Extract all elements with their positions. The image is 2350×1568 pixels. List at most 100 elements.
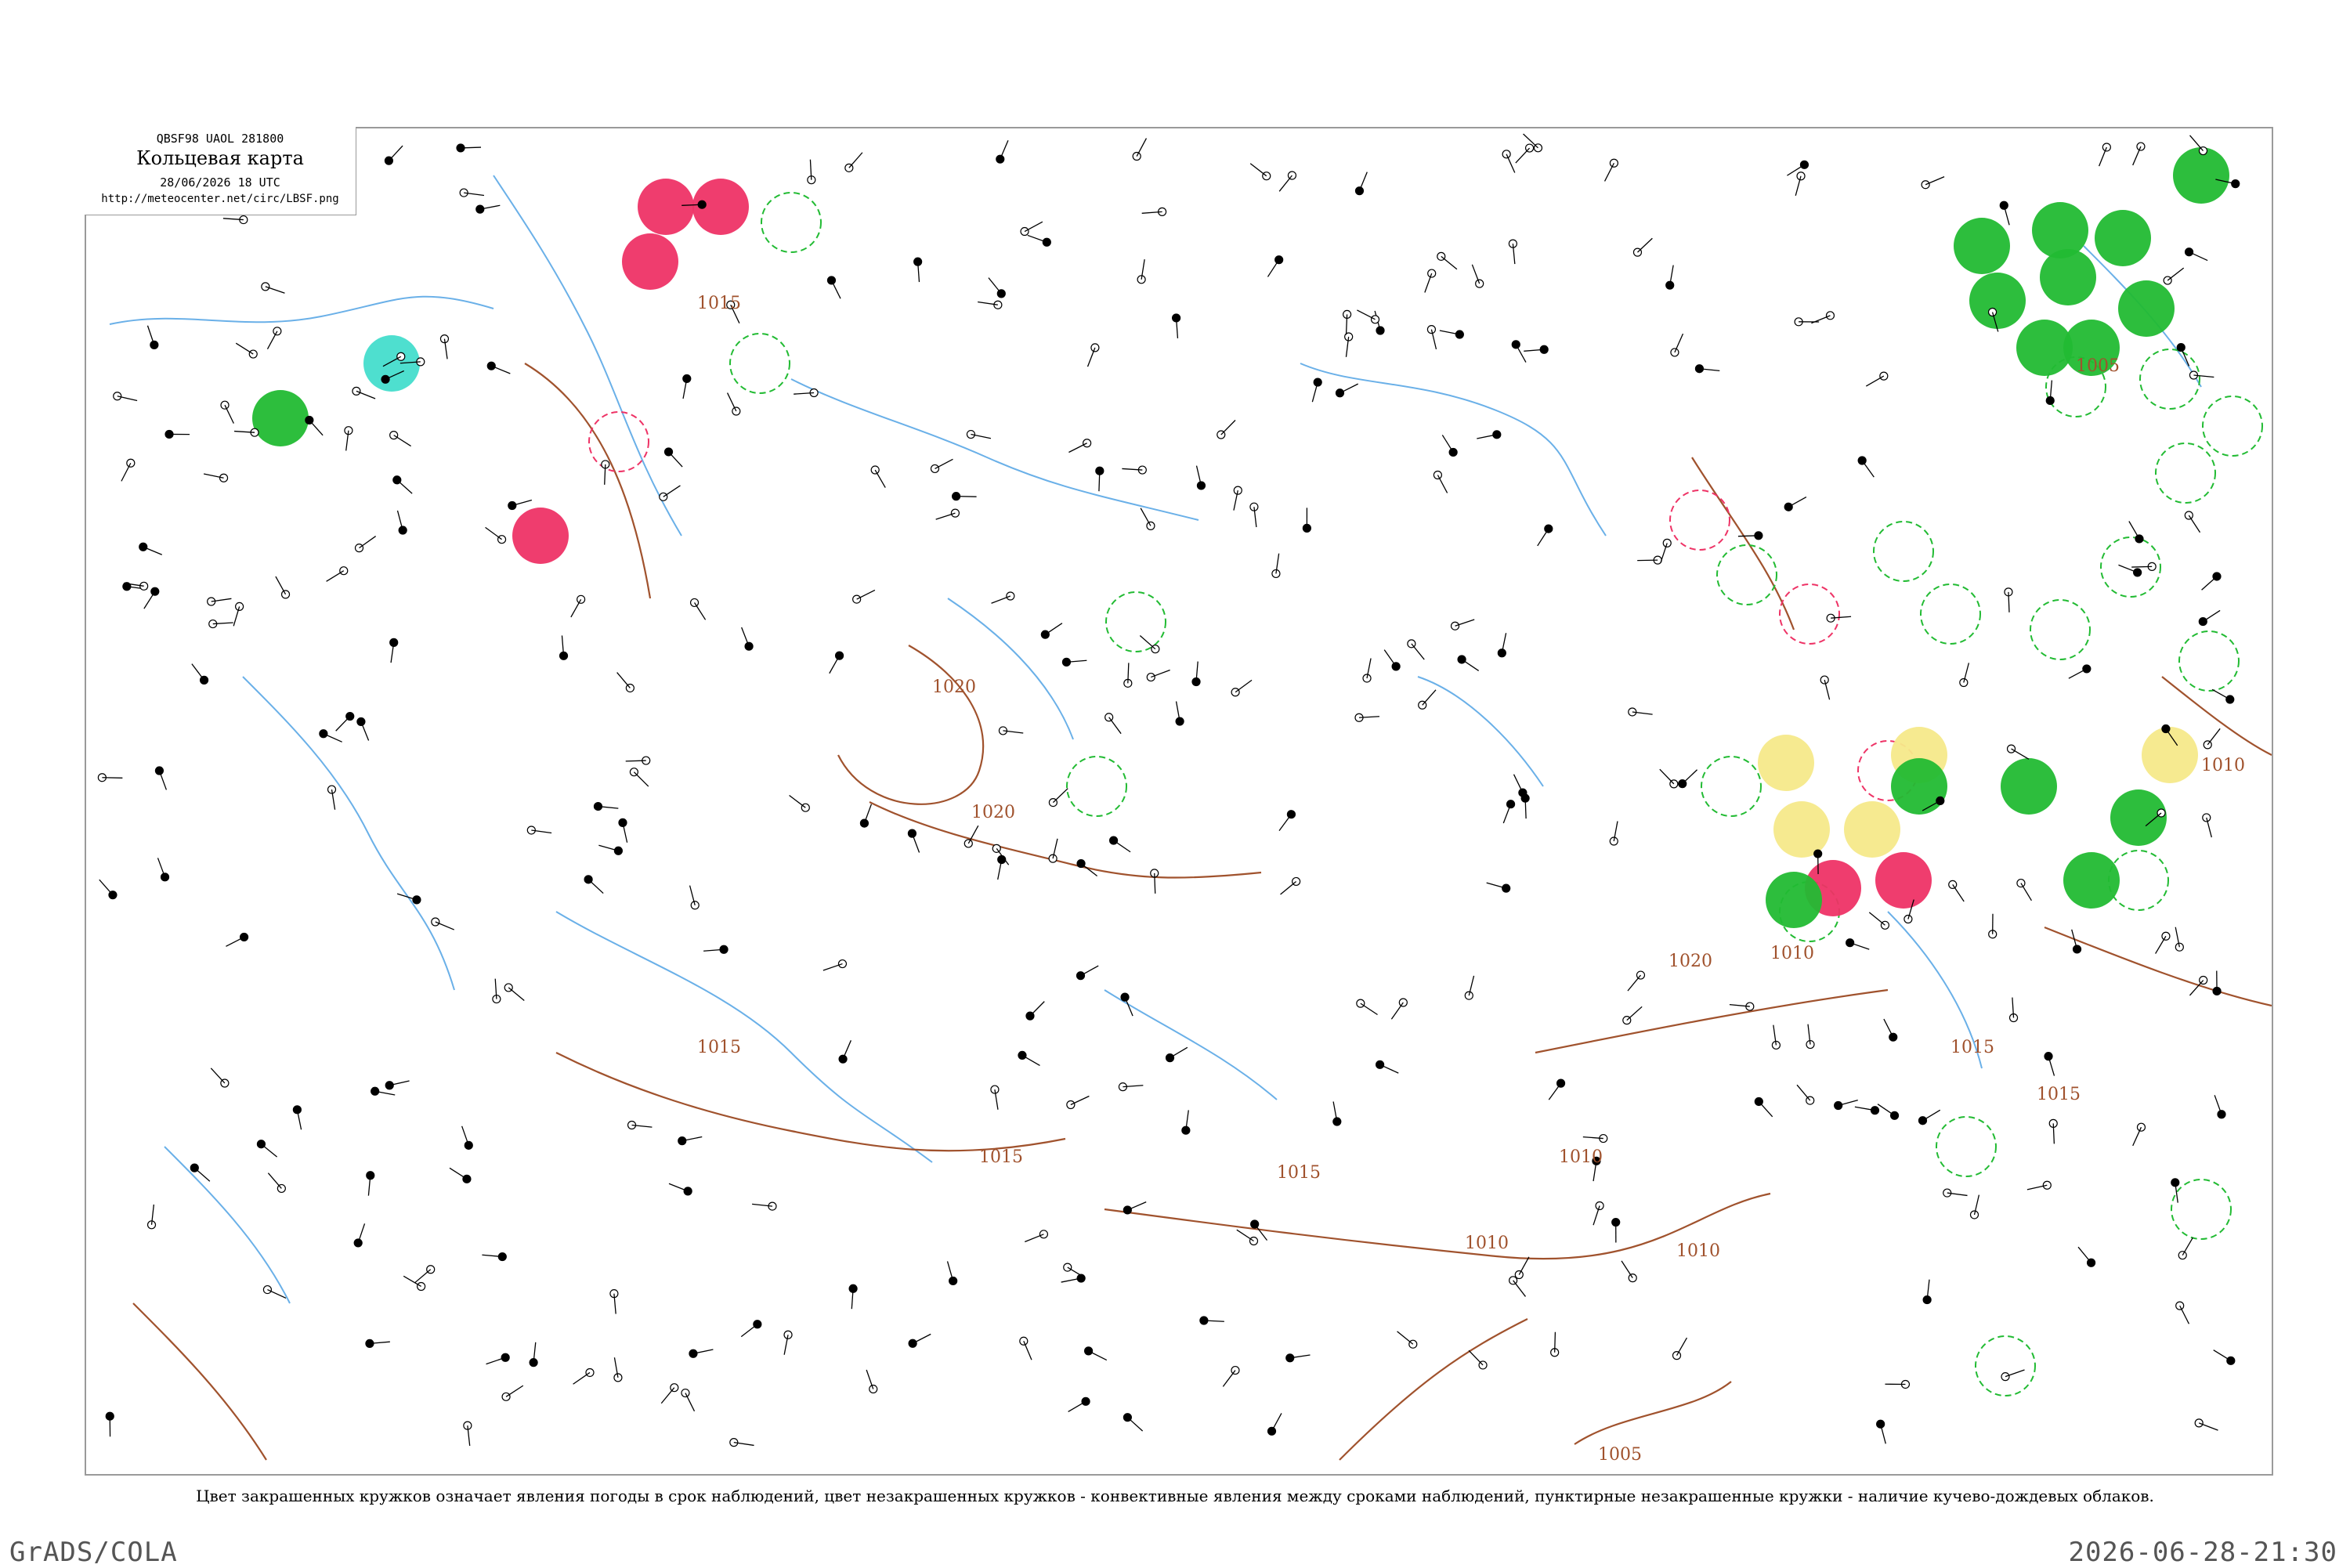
station	[1502, 150, 1515, 173]
station	[992, 592, 1014, 603]
station	[267, 327, 280, 349]
cb-circle	[2171, 1180, 2231, 1239]
station	[1622, 1261, 1636, 1282]
station	[1020, 1337, 1032, 1360]
map-title: Кольцевая карта	[85, 147, 356, 169]
wind-barb	[1412, 644, 1424, 659]
station	[1797, 1085, 1814, 1104]
wind-barb	[741, 1324, 757, 1337]
station	[1068, 1397, 1090, 1411]
station	[457, 144, 481, 152]
station	[1279, 172, 1296, 191]
station	[1487, 883, 1510, 892]
rain-circle	[2032, 202, 2088, 258]
station	[784, 1331, 792, 1355]
station	[508, 500, 532, 510]
river-4	[243, 677, 454, 990]
wind-barb	[634, 772, 648, 786]
wind-barb	[571, 599, 581, 617]
wind-barb	[359, 537, 375, 548]
wind-barb	[1627, 1006, 1642, 1020]
station	[823, 960, 847, 970]
wind-barb	[1024, 1341, 1032, 1360]
isobar-label: 1020	[932, 677, 976, 697]
wind-barb	[1462, 659, 1479, 670]
station	[1049, 789, 1068, 807]
station	[1110, 836, 1130, 852]
wind-barb	[389, 146, 403, 161]
station	[1068, 439, 1090, 453]
station	[660, 486, 681, 500]
isobar-label: 1010	[1770, 944, 1814, 963]
station	[1784, 497, 1806, 511]
wind-barb	[267, 331, 277, 349]
station	[978, 301, 1002, 309]
wind-barb	[669, 452, 683, 467]
wind-barb	[913, 1334, 931, 1343]
wind-barb	[1000, 140, 1008, 159]
fog-circle	[363, 335, 420, 392]
station	[931, 459, 953, 472]
station	[2214, 1095, 2225, 1118]
station-dot	[1673, 1352, 1681, 1360]
isobar-1	[838, 645, 983, 804]
wind-barb	[415, 1270, 431, 1283]
station-dot	[1287, 811, 1295, 818]
station	[139, 543, 162, 555]
station	[1538, 525, 1553, 546]
wind-barb	[276, 576, 286, 594]
wind-barb	[1922, 1110, 1940, 1120]
station-dot	[614, 847, 622, 854]
wind-barb	[2133, 1127, 2142, 1146]
cb-circle	[2030, 600, 2090, 659]
wind-barb	[2199, 1423, 2218, 1430]
station	[1142, 208, 1166, 215]
station	[996, 140, 1008, 163]
station	[1811, 312, 1834, 323]
station	[1549, 1079, 1564, 1100]
station	[268, 1173, 285, 1193]
station	[354, 1223, 364, 1247]
wind-barb	[1068, 1267, 1085, 1277]
station	[276, 576, 290, 598]
station	[1878, 1104, 1899, 1120]
station	[99, 880, 117, 899]
wind-barb	[742, 627, 749, 646]
station	[2186, 248, 2208, 261]
wind-barb	[1397, 1331, 1413, 1344]
wind-barb	[1925, 177, 1944, 185]
station	[385, 146, 403, 164]
wind-barb	[1114, 840, 1130, 852]
station	[602, 461, 609, 485]
station	[263, 1286, 286, 1299]
station	[190, 1164, 210, 1181]
cb-circle	[1921, 584, 1980, 644]
station-dot	[967, 431, 974, 439]
wind-barb	[1738, 536, 1759, 537]
station	[1355, 714, 1379, 721]
station	[1679, 770, 1697, 788]
map-url[interactable]: http://meteocenter.net/circ/LBSF.png	[85, 193, 356, 205]
wind-barb	[1441, 256, 1457, 269]
wind-barb	[1637, 238, 1652, 252]
station	[1524, 345, 1548, 353]
wind-barb	[1250, 164, 1267, 176]
station	[1237, 1230, 1258, 1245]
station	[1281, 877, 1300, 894]
wind-barb	[866, 1370, 873, 1389]
thunderstorm-circle	[622, 233, 678, 290]
isobar-4	[1104, 1194, 1770, 1259]
station-dot	[2102, 143, 2110, 151]
station	[845, 153, 862, 172]
station-dot	[1043, 238, 1050, 246]
wind-barb	[1022, 1055, 1039, 1065]
rain-circle	[1969, 273, 2026, 329]
wind-barb	[2202, 576, 2217, 590]
isobar-label: 1015	[1277, 1163, 1321, 1183]
station	[1633, 238, 1652, 256]
wind-barb	[309, 420, 323, 435]
wind-barb	[1675, 334, 1683, 352]
station	[262, 283, 285, 293]
station	[1067, 1096, 1090, 1108]
station	[909, 1334, 931, 1347]
